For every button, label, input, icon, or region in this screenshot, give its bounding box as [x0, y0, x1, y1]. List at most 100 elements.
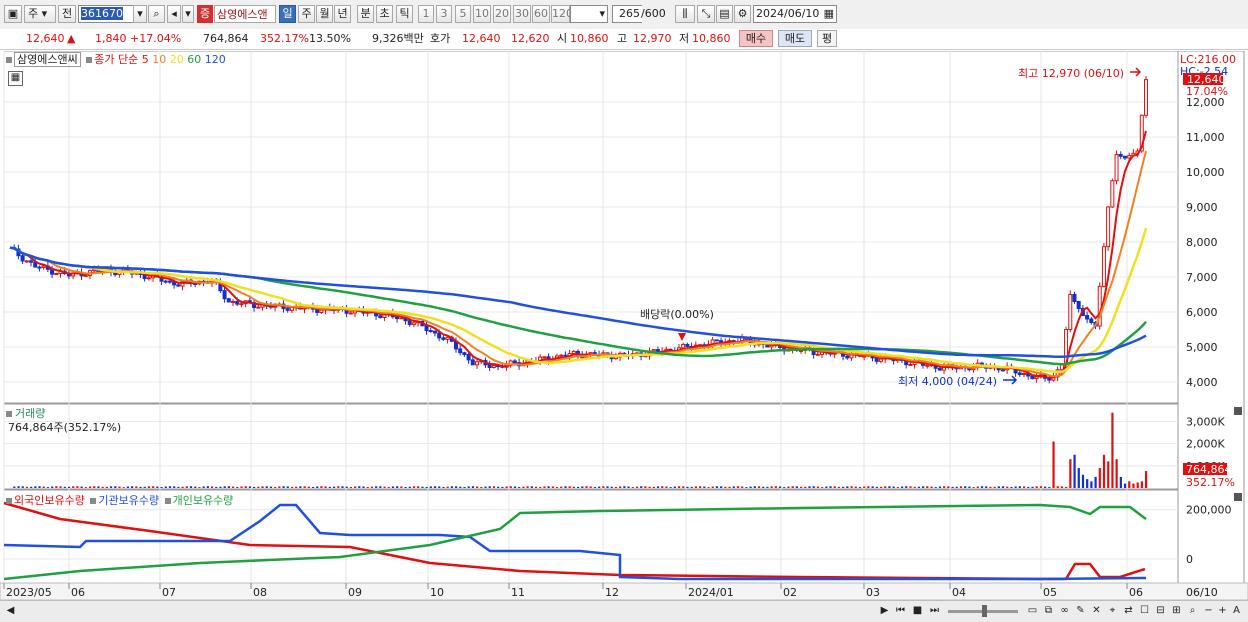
- volume-bar: [160, 487, 163, 488]
- code-dropdown-icon[interactable]: ▾: [133, 5, 147, 23]
- volume-bar: [25, 486, 29, 488]
- panel-icon[interactable]: ▭: [1026, 604, 1039, 617]
- volume-bar: [497, 486, 500, 488]
- period-0-button[interactable]: 일: [279, 5, 296, 23]
- scroll-right-icon[interactable]: ▶: [878, 604, 891, 617]
- period-4-button[interactable]: 분: [357, 5, 374, 23]
- zoom-in-icon[interactable]: +: [1216, 604, 1229, 617]
- interval-10-button[interactable]: 10: [473, 5, 491, 23]
- volume-bar: [219, 486, 222, 488]
- ma-60-label[interactable]: 60: [187, 53, 205, 66]
- window-icon[interactable]: ▣: [4, 5, 22, 23]
- period-6-button[interactable]: 틱: [396, 5, 413, 23]
- save-icon[interactable]: ▤: [716, 5, 733, 23]
- period-1-button[interactable]: 주: [298, 5, 315, 23]
- ma-5-label[interactable]: 5: [142, 53, 153, 66]
- eval-button[interactable]: 평: [817, 30, 837, 47]
- speaker-icon[interactable]: ◂: [167, 5, 181, 23]
- legend-indicator[interactable]: 종가 단순: [94, 53, 138, 66]
- count-input[interactable]: 265: [612, 5, 642, 23]
- market-select[interactable]: 주 ▾: [24, 5, 56, 23]
- interval-3-button[interactable]: 3: [436, 5, 452, 23]
- volume-bar: [97, 486, 100, 488]
- scroll-left-icon[interactable]: ◀: [4, 604, 17, 617]
- stock-name[interactable]: 삼영에스앤: [214, 5, 276, 23]
- volume-bar: [131, 486, 134, 488]
- font-icon[interactable]: A: [1230, 604, 1243, 617]
- interval-30-button[interactable]: 30: [513, 5, 531, 23]
- date-value: 2024/06/10: [756, 7, 820, 20]
- period-3-button[interactable]: 년: [334, 5, 351, 23]
- ma-20-label[interactable]: 20: [170, 53, 188, 66]
- copy-icon[interactable]: ⧉: [1042, 604, 1055, 617]
- volume-bar: [879, 486, 883, 488]
- prev-button[interactable]: 전: [58, 5, 76, 23]
- volume-bar: [640, 486, 643, 488]
- volume-bar: [189, 486, 193, 488]
- grid-icon[interactable]: ▦: [8, 71, 23, 86]
- zoom-slider-handle[interactable]: [982, 605, 987, 617]
- calendar-icon[interactable]: ▦: [824, 6, 834, 22]
- volume-bar: [602, 486, 605, 488]
- volume-bar: [1022, 486, 1026, 488]
- zoom-icon[interactable]: ⌕: [1186, 604, 1199, 617]
- interval-custom-select[interactable]: ▾: [570, 5, 608, 23]
- stop-icon[interactable]: ■: [911, 604, 924, 617]
- pin-icon[interactable]: ⌖: [1106, 604, 1119, 617]
- candle-body: [319, 309, 324, 313]
- volume-bar: [21, 486, 24, 488]
- link-icon[interactable]: ∞: [1058, 604, 1071, 617]
- legend-foreign[interactable]: 외국인보유수량: [14, 494, 85, 507]
- volume-bar: [168, 486, 172, 488]
- volume-bar: [467, 486, 470, 488]
- candle-icon[interactable]: ⫼: [675, 5, 695, 23]
- date-input[interactable]: 2024/06/10 ▦: [753, 5, 837, 23]
- legend-individual[interactable]: 개인보유수량: [173, 494, 234, 507]
- interval-5-button[interactable]: 5: [455, 5, 471, 23]
- volume-bar: [67, 486, 71, 488]
- period-2-button[interactable]: 월: [316, 5, 333, 23]
- gear-icon[interactable]: ⚙: [734, 5, 751, 23]
- interval-20-button[interactable]: 20: [493, 5, 511, 23]
- volume-bar: [438, 486, 441, 488]
- box-icon[interactable]: ☐: [1138, 604, 1151, 617]
- chart-canvas[interactable]: 2023/05 06 07 08 09 10 11 12 2024/01 02 03 04 05 06 06…: [0, 51, 1248, 600]
- volume-bar: [408, 486, 411, 488]
- volume-bar: [1132, 483, 1135, 488]
- zoom-out-icon[interactable]: −: [1202, 604, 1215, 617]
- tools-icon[interactable]: ⤡: [697, 5, 715, 23]
- interval-1-button[interactable]: 1: [418, 5, 434, 23]
- tag-icon[interactable]: ⊟: [1154, 604, 1167, 617]
- volume-bar: [109, 486, 113, 488]
- quote-high: 12,970: [633, 32, 672, 45]
- fit-icon[interactable]: ⊞: [1170, 604, 1183, 617]
- fast-forward-icon[interactable]: ⏭: [928, 604, 941, 617]
- cross-icon[interactable]: ✕: [1090, 604, 1103, 617]
- legend-institution[interactable]: 기관보유수량: [98, 494, 159, 507]
- legend-stock-name[interactable]: 삼영에스앤씨: [14, 52, 81, 67]
- rewind-icon[interactable]: ⏮: [894, 604, 907, 617]
- volume-bar: [1010, 487, 1013, 488]
- annotation-dividend: 배당락(0.00%): [640, 308, 714, 321]
- draw-icon[interactable]: ✎: [1074, 604, 1087, 617]
- volume-bar: [715, 486, 719, 488]
- chart-scrollbar[interactable]: ◀ ▶ ⏮ ■ ⏭ ▭ ⧉ ∞ ✎ ✕ ⌖ ⇄ ☐ ⊟ ⊞ ⌕ − + A: [0, 600, 1248, 622]
- volume-bar: [1111, 412, 1114, 488]
- legend-bullet-icon: [164, 498, 171, 504]
- volume-bar: [354, 486, 357, 488]
- period-5-button[interactable]: 초: [376, 5, 393, 23]
- buy-button[interactable]: 매수: [739, 30, 773, 47]
- volume-bar: [930, 486, 933, 488]
- speaker-dropdown-icon[interactable]: ▾: [182, 5, 194, 23]
- interval-120-button[interactable]: 120: [551, 5, 573, 23]
- search-icon[interactable]: ⌕: [148, 5, 165, 23]
- candle-body: [1114, 154, 1119, 182]
- ma-10-label[interactable]: 10: [152, 53, 170, 66]
- ma-120-label[interactable]: 120: [205, 53, 226, 66]
- volume-bar: [833, 486, 836, 488]
- arrows-icon[interactable]: ⇄: [1122, 604, 1135, 617]
- sell-button[interactable]: 매도: [778, 30, 812, 47]
- candle-body: [41, 265, 46, 268]
- candle-body: [222, 290, 227, 300]
- interval-60-button[interactable]: 60: [532, 5, 550, 23]
